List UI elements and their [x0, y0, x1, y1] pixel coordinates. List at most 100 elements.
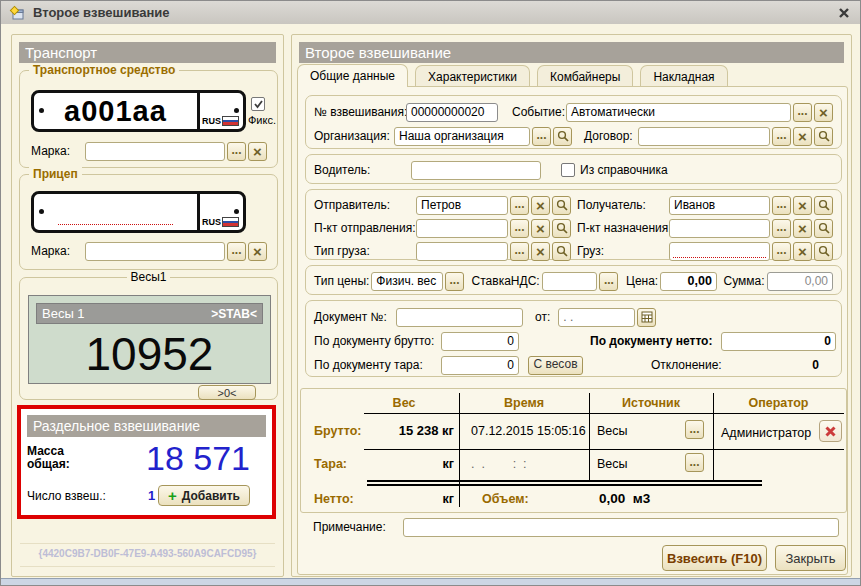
vehicle-brand-select-button[interactable]: ...	[227, 142, 246, 161]
cargo-type-input[interactable]	[416, 242, 508, 261]
organization-label: Организация:	[314, 129, 392, 143]
cargo-search-button[interactable]	[814, 242, 833, 261]
vehicle-plate-region: RUS	[197, 93, 243, 129]
close-icon	[838, 7, 850, 19]
cargo-type-clear-button[interactable]: ×	[531, 242, 550, 261]
deviation-value: 0	[812, 358, 819, 372]
departure-input[interactable]	[416, 219, 508, 238]
tab-general[interactable]: Общие данные	[297, 64, 408, 87]
weighing-number-input[interactable]: 00000000020	[406, 103, 498, 122]
price-type-input[interactable]: Физич. вес	[371, 272, 443, 291]
column-weight: Вес	[349, 396, 459, 410]
trailer-brand-input[interactable]	[85, 242, 225, 261]
departure-clear-button[interactable]: ×	[531, 219, 550, 238]
parties-groupbox: Отправитель: Петров ... × Получатель: Ив…	[305, 189, 842, 260]
contract-select-button[interactable]: ...	[772, 127, 791, 146]
receiver-input[interactable]: Иванов	[669, 196, 770, 215]
sender-clear-button[interactable]: ×	[531, 196, 550, 215]
volume-label: Объем:	[482, 492, 529, 506]
window-bottom-edge	[1, 578, 860, 585]
doc-net-input[interactable]: 0	[721, 332, 836, 351]
delete-gross-button[interactable]	[819, 420, 842, 442]
sender-select-button[interactable]: ...	[510, 196, 529, 215]
cargo-type-select-button[interactable]: ...	[510, 242, 529, 261]
close-form-button[interactable]: Закрыть	[775, 545, 846, 571]
organization-select-button[interactable]: ...	[532, 127, 551, 146]
organization-search-button[interactable]	[553, 127, 572, 146]
sum-input[interactable]: 0,00	[767, 272, 833, 291]
cargo-select-button[interactable]: ...	[772, 242, 791, 261]
doc-tare-input[interactable]: 0	[441, 356, 519, 375]
separate-weighing-box: Раздельное взвешивание Масса общая: 18 5…	[17, 405, 276, 519]
destination-clear-button[interactable]: ×	[793, 219, 812, 238]
driver-input[interactable]	[411, 161, 541, 180]
receiver-clear-button[interactable]: ×	[793, 196, 812, 215]
trailer-brand-label: Марка:	[31, 244, 83, 258]
destination-search-button[interactable]	[814, 219, 833, 238]
organization-input[interactable]: Наша организация	[394, 127, 530, 146]
magnifier-icon	[818, 222, 830, 234]
contract-search-button[interactable]	[814, 127, 833, 146]
tab-invoice[interactable]: Накладная	[640, 65, 727, 87]
contract-input[interactable]	[638, 127, 770, 146]
column-source: Источник	[589, 396, 713, 410]
document-date-label: от:	[535, 310, 550, 324]
receiver-search-button[interactable]	[814, 196, 833, 215]
total-divider	[367, 480, 762, 486]
departure-select-button[interactable]: ...	[510, 219, 529, 238]
trailer-brand-clear-button[interactable]: ×	[248, 242, 267, 261]
departure-search-button[interactable]	[552, 219, 571, 238]
tab-characteristics[interactable]: Характеристики	[415, 65, 530, 87]
form-guid: {4420C9B7-DB0F-47E9-A493-560A9CAFCD95}	[12, 548, 283, 559]
vat-select-button[interactable]: ...	[599, 272, 618, 291]
gross-weight: 15 238 кг	[349, 423, 454, 438]
document-date-input[interactable]: . .	[558, 308, 635, 327]
cargo-clear-button[interactable]: ×	[793, 242, 812, 261]
trailer-brand-select-button[interactable]: ...	[227, 242, 246, 261]
gross-source-select-button[interactable]: ...	[685, 420, 704, 439]
tare-source: Весы	[597, 457, 628, 471]
sender-search-button[interactable]	[552, 196, 571, 215]
scales-groupbox: Весы1 Весы 1 >STAB< 10952 >0<	[19, 277, 278, 400]
trailer-plate-input[interactable]: RUS	[31, 191, 246, 233]
cargo-type-search-button[interactable]	[552, 242, 571, 261]
add-weighing-button[interactable]: + Добавить	[158, 485, 250, 506]
destination-select-button[interactable]: ...	[772, 219, 791, 238]
vehicle-brand-input[interactable]	[85, 142, 225, 161]
document-date-calendar-button[interactable]	[637, 308, 656, 327]
sender-input[interactable]: Петров	[416, 196, 508, 215]
vehicle-plate-number: a001aa	[64, 95, 167, 128]
vat-input[interactable]	[542, 272, 598, 291]
doc-gross-input[interactable]: 0	[441, 332, 519, 351]
document-number-input[interactable]	[396, 308, 523, 327]
fixed-checkbox[interactable]	[251, 97, 265, 111]
cargo-input[interactable]	[669, 242, 770, 261]
tare-source-select-button[interactable]: ...	[685, 453, 704, 472]
scale-weight-value: 10952	[29, 324, 270, 383]
departure-label: П-кт отправления:	[314, 221, 414, 235]
from-catalog-checkbox[interactable]	[561, 163, 575, 177]
destination-input[interactable]	[669, 219, 770, 238]
weighing-count-label: Число взвеш.:	[27, 489, 106, 503]
weigh-button[interactable]: Взвесить (F10)	[662, 545, 767, 571]
price-type-select-button[interactable]: ...	[445, 272, 464, 291]
receiver-select-button[interactable]: ...	[772, 196, 791, 215]
vehicle-brand-clear-button[interactable]: ×	[248, 142, 267, 161]
contract-clear-button[interactable]: ×	[793, 127, 812, 146]
event-input[interactable]: Автоматически	[566, 103, 791, 122]
tare-weight: кг	[349, 457, 454, 471]
price-input[interactable]: 0,00	[660, 272, 717, 291]
zero-button[interactable]: >0<	[198, 385, 256, 400]
column-divider	[589, 393, 590, 480]
vehicle-plate-input[interactable]: a001aa RUS	[31, 90, 246, 132]
from-scales-button[interactable]: С весов	[528, 356, 583, 375]
plate-screw-left	[39, 108, 44, 113]
net-weight: кг	[349, 492, 454, 506]
tab-combines[interactable]: Комбайнеры	[537, 65, 633, 87]
note-input[interactable]	[403, 518, 839, 537]
event-select-button[interactable]: ...	[793, 103, 812, 122]
close-button[interactable]	[836, 5, 852, 21]
event-clear-button[interactable]: ×	[814, 103, 833, 122]
driver-groupbox: Водитель: Из справочника	[305, 154, 842, 184]
required-underline	[58, 224, 173, 225]
